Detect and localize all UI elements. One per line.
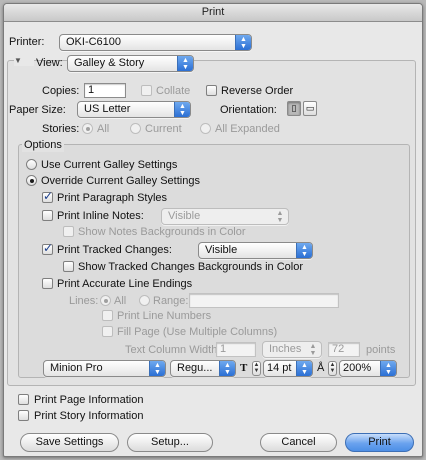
save-settings-button[interactable]: Save Settings [20, 433, 119, 452]
lines-range-field[interactable] [189, 293, 339, 308]
stories-current-radio[interactable] [130, 123, 141, 134]
zoom-value: 200% [343, 362, 372, 374]
copies-field[interactable]: 1 [84, 83, 126, 98]
lines-range-radio[interactable] [139, 295, 150, 306]
lines-label: Lines: [69, 295, 99, 307]
font-size-select[interactable]: 14 pt ▲ ▼ [263, 360, 313, 377]
column-width-label: Text Column Width: [125, 344, 221, 356]
paper-size-select[interactable]: US Letter ▲ ▼ [77, 101, 191, 118]
notes-bg-label: Show Notes Backgrounds in Color [78, 226, 246, 238]
use-current-label: Use Current Galley Settings [41, 159, 178, 171]
override-label: Override Current Galley Settings [41, 175, 200, 187]
use-current-radio[interactable] [26, 159, 37, 170]
setup-button[interactable]: Setup... [127, 433, 213, 452]
print-line-numbers-label: Print Line Numbers [117, 310, 212, 322]
chevron-updown-icon: ▲ ▼ [276, 210, 284, 224]
paper-size-label: Paper Size: [9, 104, 66, 116]
view-value: Galley & Story [74, 57, 145, 69]
points-label: points [366, 344, 396, 356]
tracked-changes-value: Visible [205, 244, 238, 256]
print-tracked-changes-checkbox[interactable] [42, 241, 53, 255]
font-size-stepper[interactable]: ▲ ▼ [252, 361, 261, 376]
font-style-select[interactable]: Regu... ▲ ▼ [170, 360, 236, 377]
notes-bg-checkbox[interactable] [63, 226, 74, 237]
accurate-line-endings-checkbox[interactable] [42, 278, 53, 289]
chevron-updown-icon: ▲ ▼ [235, 35, 251, 50]
lines-range-label: Range: [153, 295, 189, 307]
fill-page-label: Fill Page (Use Multiple Columns) [117, 326, 278, 338]
fill-page-checkbox[interactable] [102, 326, 113, 337]
landscape-orientation-icon[interactable]: ▭ [303, 101, 317, 116]
print-line-numbers-checkbox[interactable] [102, 310, 113, 321]
chevron-updown-icon: ▲ ▼ [149, 361, 165, 376]
zoom-stepper[interactable]: ▲ ▼ [328, 361, 337, 376]
stories-all-radio[interactable] [82, 123, 93, 134]
units-select[interactable]: Inches ▲ ▼ [262, 341, 322, 358]
paper-size-value: US Letter [84, 103, 131, 115]
stories-current-label: Current [145, 123, 182, 135]
print-page-info-checkbox[interactable] [18, 394, 29, 405]
font-size-value: 14 pt [267, 362, 292, 374]
collate-checkbox[interactable] [141, 85, 152, 96]
print-inline-notes-label: Print Inline Notes: [57, 210, 144, 222]
inline-notes-value: Visible [168, 210, 201, 222]
points-field[interactable]: 72 [328, 342, 360, 357]
disclosure[interactable]: ▼ [14, 54, 34, 66]
font-select[interactable]: Minion Pro ▲ ▼ [43, 360, 166, 377]
print-inline-notes-checkbox[interactable] [42, 210, 53, 221]
printer-label: Printer: [9, 36, 45, 48]
print-story-info-label: Print Story Information [34, 410, 144, 422]
zoom-select[interactable]: 200% ▲ ▼ [339, 360, 397, 377]
printer-value: OKI-C6100 [66, 36, 122, 48]
units-value: Inches [269, 343, 302, 355]
triangle-down-icon: ▼ [14, 56, 22, 65]
stories-expanded-label: All Expanded [215, 123, 280, 135]
cancel-button[interactable]: Cancel [260, 433, 337, 452]
inline-notes-select[interactable]: Visible ▲ ▼ [161, 208, 289, 225]
lines-all-label: All [114, 295, 127, 307]
print-story-info-checkbox[interactable] [18, 410, 29, 421]
tracked-bg-checkbox[interactable] [63, 261, 74, 272]
accurate-line-endings-label: Print Accurate Line Endings [57, 278, 193, 290]
column-width-field[interactable]: 1 [216, 342, 256, 357]
stories-expanded-radio[interactable] [200, 123, 211, 134]
tracked-bg-label: Show Tracked Changes Backgrounds in Colo… [78, 261, 304, 273]
collate-label: Collate [156, 85, 191, 97]
override-radio[interactable] [26, 175, 37, 186]
window-title: Print [4, 4, 422, 22]
printer-select[interactable]: OKI-C6100 ▲ ▼ [59, 34, 252, 51]
font-value: Minion Pro [50, 362, 103, 374]
print-paragraph-styles-label: Print Paragraph Styles [57, 192, 168, 204]
print-page-info-label: Print Page Information [34, 394, 144, 406]
tracked-changes-select[interactable]: Visible ▲ ▼ [198, 242, 313, 259]
chevron-updown-icon: ▲ ▼ [380, 361, 396, 376]
chevron-updown-icon: ▲ ▼ [296, 243, 312, 258]
print-tracked-changes-label: Print Tracked Changes: [57, 244, 172, 256]
view-select[interactable]: Galley & Story ▲ ▼ [67, 55, 194, 72]
chevron-updown-icon: ▲ ▼ [177, 56, 193, 71]
reverse-order-checkbox[interactable] [206, 85, 217, 96]
chevron-updown-icon: ▲ ▼ [219, 361, 235, 376]
orientation-label: Orientation: [220, 104, 277, 116]
font-size-icon: T [240, 362, 248, 374]
options-title: Options [22, 138, 64, 152]
copies-label: Copies: [42, 85, 80, 97]
print-paragraph-styles-checkbox[interactable] [42, 189, 53, 203]
view-label: View: [36, 57, 63, 69]
font-style-value: Regu... [177, 362, 213, 374]
reverse-order-label: Reverse Order [221, 85, 294, 97]
print-dialog: Print Printer: OKI-C6100 ▲ ▼ ▼ View: Gall… [3, 3, 423, 457]
stories-label: Stories: [42, 123, 80, 135]
portrait-orientation-icon[interactable]: ▯ [287, 101, 301, 116]
line-spacing-icon: Å [317, 362, 325, 374]
print-button[interactable]: Print [345, 433, 414, 452]
lines-all-radio[interactable] [100, 295, 111, 306]
stories-all-label: All [97, 123, 110, 135]
chevron-updown-icon: ▲ ▼ [296, 361, 312, 376]
chevron-updown-icon: ▲ ▼ [309, 343, 317, 357]
chevron-updown-icon: ▲ ▼ [174, 102, 190, 117]
